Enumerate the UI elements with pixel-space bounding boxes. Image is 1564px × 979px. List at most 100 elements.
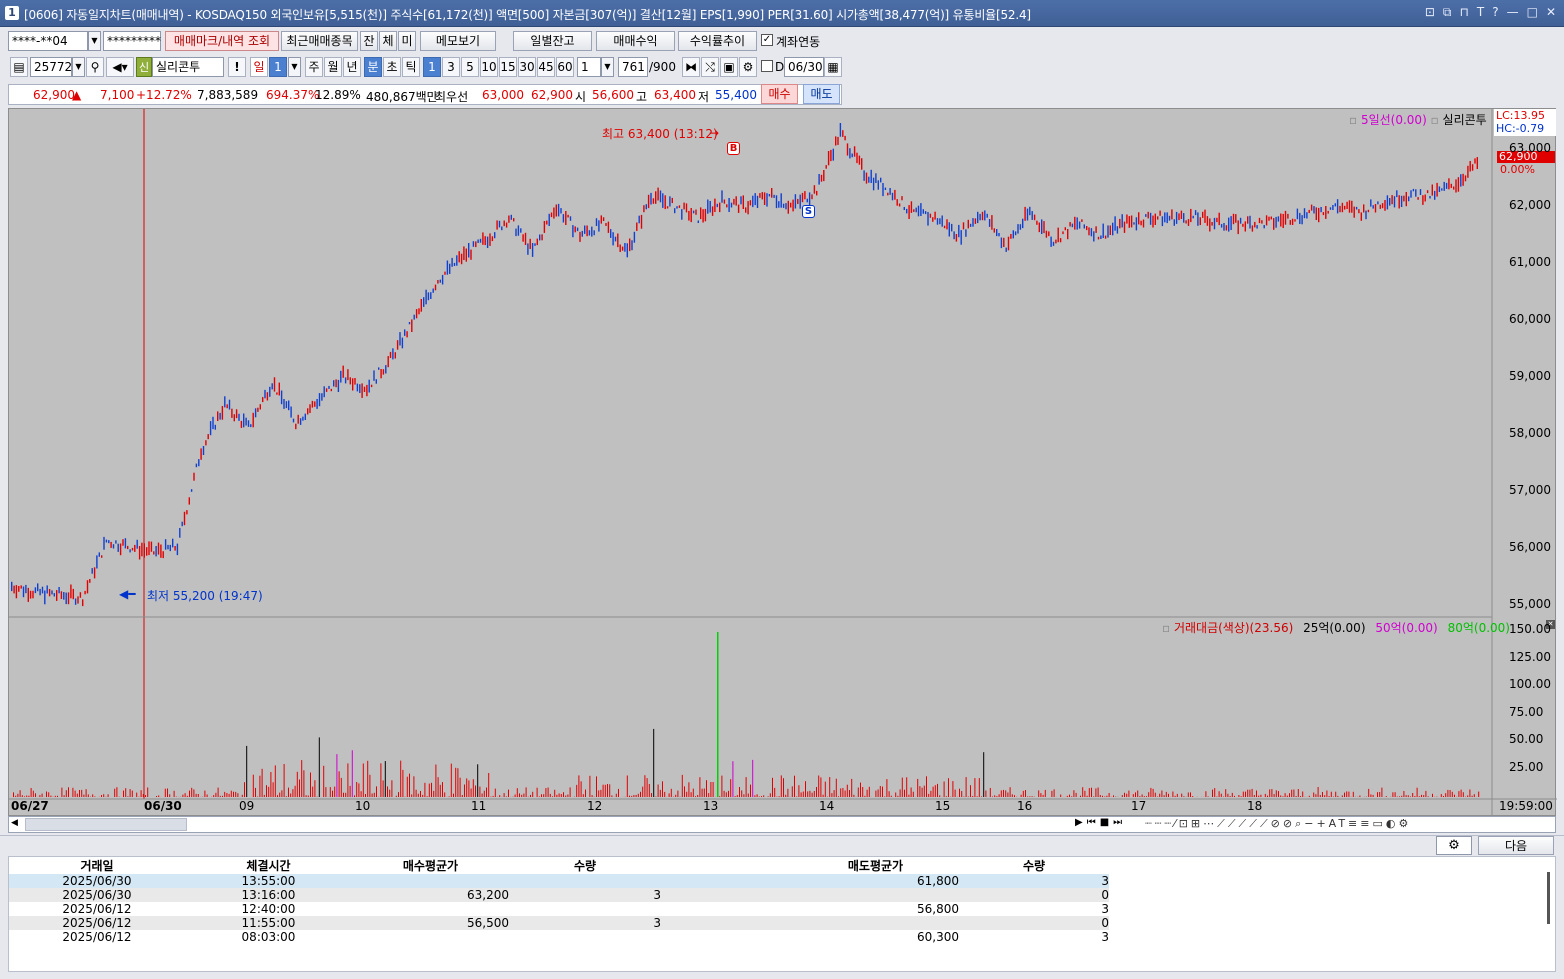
interval-1[interactable]: 1 [423,57,441,77]
interval-5[interactable]: 5 [461,57,479,77]
gear-icon[interactable]: ⚙ [739,57,757,77]
volume-bar [1260,794,1262,797]
account-select[interactable]: ****-**04 [8,31,88,51]
buy-marker[interactable]: B [727,142,740,155]
recent-trades-button[interactable]: 최근매매종목 [281,31,358,51]
candle [773,194,775,198]
volume-bar [1418,796,1420,797]
candle [1175,211,1178,224]
count-input[interactable]: 761 [618,57,648,77]
search-icon[interactable]: ⚲ [86,57,104,77]
account-link-checkbox[interactable]: ✓ [761,34,773,46]
volume-bar [787,788,789,797]
period-second[interactable]: 초 [383,57,401,77]
period-month[interactable]: 월 [324,57,342,77]
table-row[interactable]: 2025/06/30 13:55:00 61,800 3 [9,874,1109,888]
period-year[interactable]: 년 [343,57,361,77]
period-day[interactable]: 일 [250,57,268,77]
interval-10[interactable]: 10 [480,57,498,77]
sell-button[interactable]: 매도 [803,84,840,104]
column-header[interactable]: 거래일 [9,857,185,874]
interval-3[interactable]: 3 [442,57,460,77]
candle [955,234,958,242]
candle [1289,220,1291,225]
maximize-icon[interactable]: □ [1527,5,1538,20]
candle [768,194,771,197]
password-field[interactable]: ********* [103,31,161,51]
scroll-left-icon[interactable]: ◀ [11,818,18,828]
column-header[interactable]: 매도평균가 [792,857,959,874]
interval-45[interactable]: 45 [537,57,555,77]
interval-60[interactable]: 60 [556,57,574,77]
daily-balance-button[interactable]: 일별잔고 [513,31,592,51]
candle [370,384,373,388]
help-icon[interactable]: ? [1492,5,1498,20]
chart-panel[interactable]: ▫ 5일선(0.00) ▫ 실리콘투 LC:13.95 HC:-0.79 62,… [8,108,1557,817]
table-row[interactable]: 2025/06/12 08:03:00 60,300 3 [9,930,1109,944]
chart-scrollbar[interactable]: ◀ ▶⏮■⏭ ┈┈┈⁄⊡⊞⋯⟋⟋⟋⟋⟋⊘⊘⌕−+AT≡≡▭◐⚙ [8,816,1556,833]
candle [875,173,877,183]
memo-view-button[interactable]: 메모보기 [420,31,496,51]
candle [823,170,825,182]
d-checkbox[interactable] [761,60,773,72]
candle [373,370,375,381]
tool-icon-a[interactable]: ⧓ [682,57,700,77]
unexecuted-button[interactable]: 미 [398,31,416,51]
settings-icon[interactable]: ⚙ [1436,836,1472,855]
multiplier-input[interactable]: 1 [577,57,601,77]
tool-icon-b[interactable]: ⤭ [701,57,719,77]
sell-marker[interactable]: S [802,205,815,218]
volume-bar [1066,795,1068,797]
calendar-icon[interactable]: ▦ [824,57,842,77]
column-header[interactable]: 수량 [959,857,1109,874]
interval-15[interactable]: 15 [499,57,517,77]
column-header[interactable]: 체결시간 [185,857,352,874]
table-row[interactable]: 2025/06/12 12:40:00 56,800 3 [9,902,1109,916]
minimize-icon[interactable]: — [1507,5,1519,20]
drawing-tools-icon[interactable]: ┈┈┈⁄⊡⊞⋯⟋⟋⟋⟋⟋⊘⊘⌕−+AT≡≡▭◐⚙ [1145,817,1411,831]
account-dropdown-icon[interactable]: ▼ [88,31,101,51]
scroll-play-controls[interactable]: ▶⏮■⏭ [1075,817,1126,828]
candle [1424,194,1426,202]
day-count-dropdown-icon[interactable]: ▼ [288,57,301,77]
table-row[interactable]: 2025/06/30 13:16:00 63,200 3 0 [9,888,1109,902]
layout-icon[interactable]: ▤ [10,57,28,77]
column-header[interactable]: 매수평균가 [352,857,509,874]
volume-bar [1038,790,1040,797]
period-week[interactable]: 주 [305,57,323,77]
volume-bar [1253,795,1255,797]
table-row[interactable]: 2025/06/12 11:55:00 56,500 3 0 [9,916,1109,930]
date-input[interactable]: 06/30 [784,57,824,77]
period-day-count[interactable]: 1 [269,57,287,77]
interval-30[interactable]: 30 [518,57,536,77]
balance-button[interactable]: 잔 [360,31,378,51]
trade-mark-query-button[interactable]: 매매마크/내역 조회 [165,31,279,51]
dock-icon[interactable]: ⊡ [1425,5,1435,20]
alert-icon[interactable]: ! [228,57,246,77]
candle [531,243,534,257]
volume-bar [428,783,430,797]
scroll-thumb[interactable] [25,818,187,831]
profit-rate-button[interactable]: 수익률추이 [678,31,757,51]
column-header[interactable]: 수량 [509,857,661,874]
period-minute[interactable]: 분 [364,57,382,77]
period-tick[interactable]: 틱 [402,57,420,77]
next-button[interactable]: 다음 [1478,836,1554,855]
candle [882,183,884,197]
close-icon[interactable]: ✕ [1546,5,1556,20]
pin-icon[interactable]: ⊓ [1460,5,1469,20]
save-icon[interactable]: ▣ [720,57,738,77]
multiplier-dropdown-icon[interactable]: ▼ [601,57,614,77]
font-icon[interactable]: T [1477,5,1484,20]
executed-button[interactable]: 체 [379,31,397,51]
table-scrollbar[interactable] [1547,872,1550,924]
candle [572,225,574,238]
trade-profit-button[interactable]: 매매수익 [596,31,675,51]
volume-bar [1473,794,1475,797]
buy-button[interactable]: 매수 [761,84,798,104]
column-header[interactable] [661,857,792,874]
stock-code-input[interactable]: 257720 [30,57,80,77]
tile-icon[interactable]: ⧉ [1443,5,1452,20]
speaker-icon[interactable]: ◀▾ [106,57,134,77]
code-dropdown-icon[interactable]: ▼ [72,57,85,77]
